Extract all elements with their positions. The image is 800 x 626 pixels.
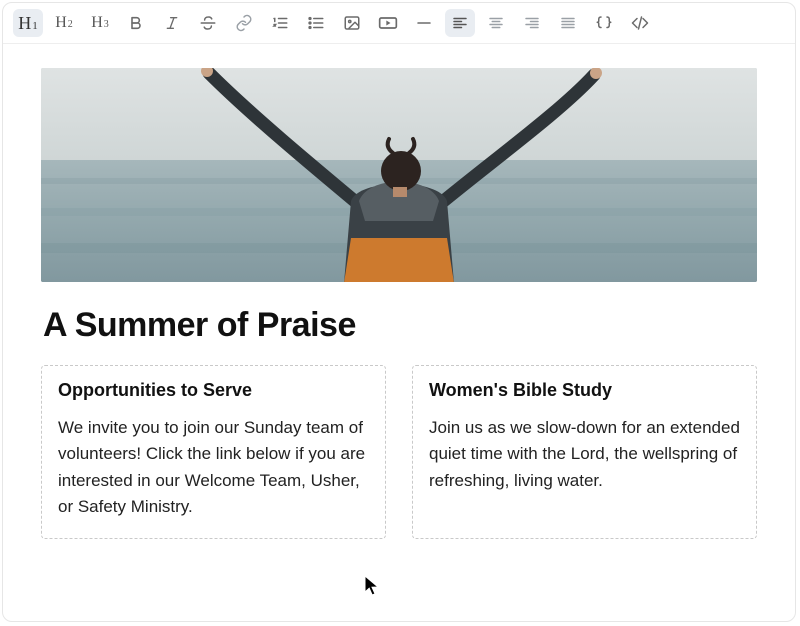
italic-icon — [164, 15, 180, 31]
video-button[interactable] — [373, 9, 403, 37]
video-icon — [378, 15, 398, 31]
unordered-list-icon — [307, 14, 325, 32]
heading-1-button[interactable]: H1 — [13, 9, 43, 37]
bold-button[interactable] — [121, 9, 151, 37]
align-justify-icon — [559, 14, 577, 32]
divider-icon — [415, 14, 433, 32]
hero-image[interactable] — [41, 68, 757, 282]
ordered-list-icon — [271, 14, 289, 32]
align-right-icon — [523, 14, 541, 32]
align-left-icon — [451, 14, 469, 32]
align-justify-button[interactable] — [553, 9, 583, 37]
page-title[interactable]: A Summer of Praise — [43, 306, 755, 345]
align-right-button[interactable] — [517, 9, 547, 37]
formatting-toolbar: H1 H2 H3 — [3, 3, 795, 44]
image-button[interactable] — [337, 9, 367, 37]
column-body[interactable]: We invite you to join our Sunday team of… — [58, 415, 369, 520]
column-heading[interactable]: Women's Bible Study — [429, 380, 740, 401]
divider-button[interactable] — [409, 9, 439, 37]
ordered-list-button[interactable] — [265, 9, 295, 37]
two-column-layout: Opportunities to Serve We invite you to … — [41, 365, 757, 539]
hero-image-art — [41, 68, 757, 282]
heading-3-button[interactable]: H3 — [85, 9, 115, 37]
align-center-button[interactable] — [481, 9, 511, 37]
editor-canvas[interactable]: A Summer of Praise Opportunities to Serv… — [3, 44, 795, 621]
column-cell[interactable]: Women's Bible Study Join us as we slow-d… — [412, 365, 757, 539]
heading-3-icon: H — [91, 14, 103, 32]
link-icon — [235, 14, 253, 32]
unordered-list-button[interactable] — [301, 9, 331, 37]
image-icon — [343, 14, 361, 32]
column-cell[interactable]: Opportunities to Serve We invite you to … — [41, 365, 386, 539]
column-body[interactable]: Join us as we slow-down for an extended … — [429, 415, 740, 494]
strikethrough-icon — [199, 14, 217, 32]
align-left-button[interactable] — [445, 9, 475, 37]
braces-icon — [594, 14, 614, 32]
code-block-button[interactable] — [589, 9, 619, 37]
bold-icon — [128, 15, 144, 31]
editor-frame: H1 H2 H3 — [2, 2, 796, 622]
align-center-icon — [487, 14, 505, 32]
strikethrough-button[interactable] — [193, 9, 223, 37]
heading-2-button[interactable]: H2 — [49, 9, 79, 37]
column-heading[interactable]: Opportunities to Serve — [58, 380, 369, 401]
heading-1-icon: H — [18, 13, 31, 34]
italic-button[interactable] — [157, 9, 187, 37]
code-icon — [630, 14, 650, 32]
heading-2-icon: H — [55, 14, 67, 32]
link-button[interactable] — [229, 9, 259, 37]
html-button[interactable] — [625, 9, 655, 37]
